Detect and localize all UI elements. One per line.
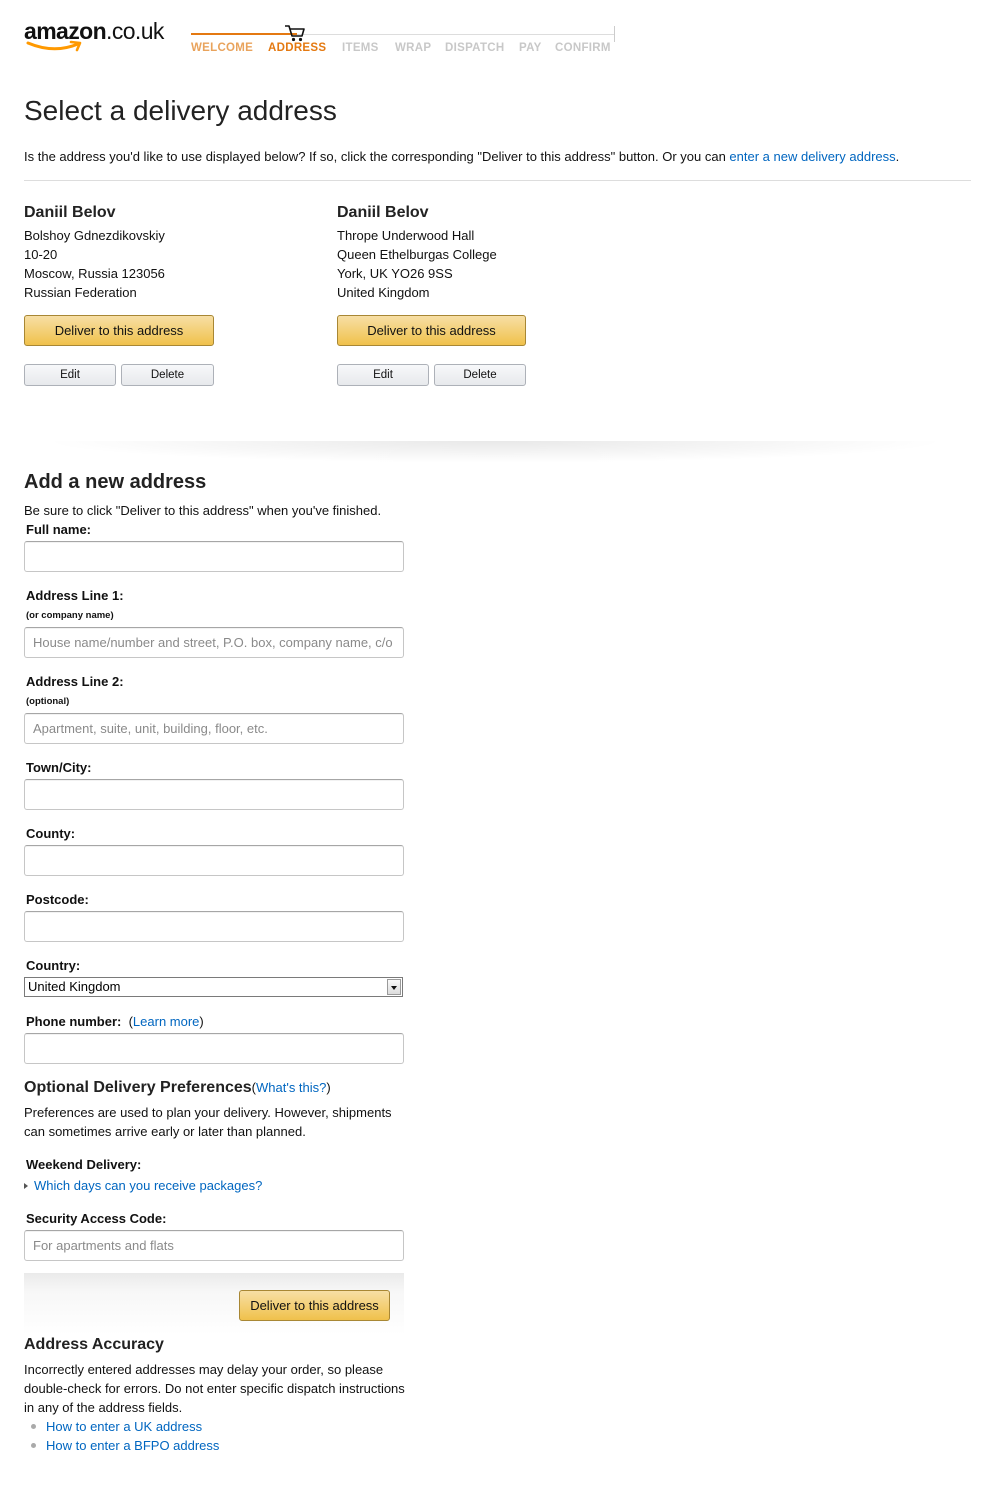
address-name: Daniil Belov [337,204,429,221]
smile-arrow-icon [26,40,82,52]
address-line-2-input[interactable] [24,713,404,744]
address-line: 10-20 [24,247,58,262]
edit-address-1-button[interactable]: Edit [24,364,116,386]
progress-end-cap [614,26,615,42]
preferences-heading: Optional Delivery Preferences(What's thi… [24,1079,331,1097]
step-dispatch: DISPATCH [445,42,505,54]
address-line-1-input[interactable] [24,627,404,658]
enter-new-address-link[interactable]: enter a new delivery address [729,149,895,164]
country-selected-value: United Kingdom [28,979,121,994]
progress-track-done [191,33,297,35]
chevron-down-icon[interactable] [387,979,401,995]
security-code-label: Security Access Code: [26,1211,167,1226]
address-line-1-label: Address Line 1: [26,588,124,603]
amazon-logo[interactable]: amazon.co.uk [24,18,184,58]
preferences-text-line-2: can sometimes arrive early or later than… [24,1124,306,1139]
address-line: Bolshoy Gdnezdikovskiy [24,228,165,243]
address-line: Thrope Underwood Hall [337,228,475,243]
weekend-delivery-expander[interactable]: Which days can you receive packages? [24,1178,262,1193]
bfpo-address-help-link[interactable]: How to enter a BFPO address [46,1438,219,1453]
country-label: Country: [26,958,81,973]
list-item: How to enter a BFPO address [24,1436,219,1455]
weekend-delivery-label: Weekend Delivery: [26,1157,142,1172]
postcode-label: Postcode: [26,892,89,907]
address-line: United Kingdom [337,285,430,300]
address-line-2-hint: (optional) [26,696,70,707]
new-address-subtitle: Be sure to click "Deliver to this addres… [24,503,382,518]
whats-this-close: ) [326,1080,331,1095]
section-divider-shadow [40,441,950,463]
full-name-input[interactable] [24,541,404,572]
step-confirm: CONFIRM [555,42,611,54]
whats-this-link[interactable]: What's this? [256,1080,326,1095]
cart-icon [285,25,305,42]
town-city-input[interactable] [24,779,404,810]
address-line: Russian Federation [24,285,137,300]
delete-address-1-button[interactable]: Delete [121,364,214,386]
step-address: ADDRESS [268,42,327,54]
county-label: County: [26,826,76,841]
deliver-to-address-1-button[interactable]: Deliver to this address [24,315,214,346]
deliver-to-address-2-button[interactable]: Deliver to this address [337,315,526,346]
accuracy-text-line-1: Incorrectly entered addresses may delay … [24,1362,384,1377]
accuracy-text-line-2: double-check for errors. Do not enter sp… [24,1381,405,1396]
preferences-text-line-1: Preferences are used to plan your delive… [24,1105,392,1120]
step-welcome: WELCOME [191,42,254,54]
phone-link-close: ) [199,1014,204,1029]
accuracy-text-line-3: in any of the address fields. [24,1400,183,1415]
county-input[interactable] [24,845,404,876]
address-line: York, UK YO26 9SS [337,266,453,281]
address-line-2-label: Address Line 2: [26,674,124,689]
full-name-label: Full name: [26,522,92,537]
address-line: Moscow, Russia 123056 [24,266,165,281]
address-line: Queen Ethelburgas College [337,247,497,262]
phone-input[interactable] [24,1033,404,1064]
address-line-1-hint: (or company name) [26,610,114,621]
phone-label-row: Phone number: (Learn more) [26,1014,204,1029]
step-pay: PAY [519,42,542,54]
intro-text: Is the address you'd like to use display… [24,149,730,164]
intro-paragraph: Is the address you'd like to use display… [24,149,899,164]
weekend-days-link[interactable]: Which days can you receive packages? [34,1178,262,1193]
uk-address-help-link[interactable]: How to enter a UK address [46,1419,202,1434]
address-name: Daniil Belov [24,204,116,221]
postcode-input[interactable] [24,911,404,942]
address-card-1: Daniil Belov Bolshoy Gdnezdikovskiy 10-2… [24,204,224,302]
caret-right-icon [24,1183,28,1189]
edit-address-2-button[interactable]: Edit [337,364,429,386]
intro-end: . [895,149,900,164]
learn-more-link[interactable]: Learn more [133,1014,199,1029]
step-wrap: WRAP [395,42,432,54]
page-title: Select a delivery address [24,95,337,126]
submit-deliver-button[interactable]: Deliver to this address [239,1290,390,1321]
list-item: How to enter a UK address [24,1417,219,1436]
security-code-input[interactable] [24,1230,404,1261]
preferences-title: Optional Delivery Preferences [24,1079,252,1096]
country-select[interactable]: United Kingdom [24,977,403,997]
address-card-2: Daniil Belov Thrope Underwood Hall Queen… [337,204,537,302]
town-city-label: Town/City: [26,760,92,775]
checkout-progress: WELCOME ADDRESS ITEMS WRAP DISPATCH PAY … [191,20,615,60]
phone-label: Phone number: [26,1014,122,1029]
address-accuracy-title: Address Accuracy [24,1336,164,1353]
step-items: ITEMS [342,42,379,54]
logo-domain: .co.uk [106,18,164,44]
delete-address-2-button[interactable]: Delete [434,364,526,386]
help-links-list: How to enter a UK address How to enter a… [24,1417,219,1455]
divider [24,180,971,181]
new-address-title: Add a new address [24,471,207,493]
